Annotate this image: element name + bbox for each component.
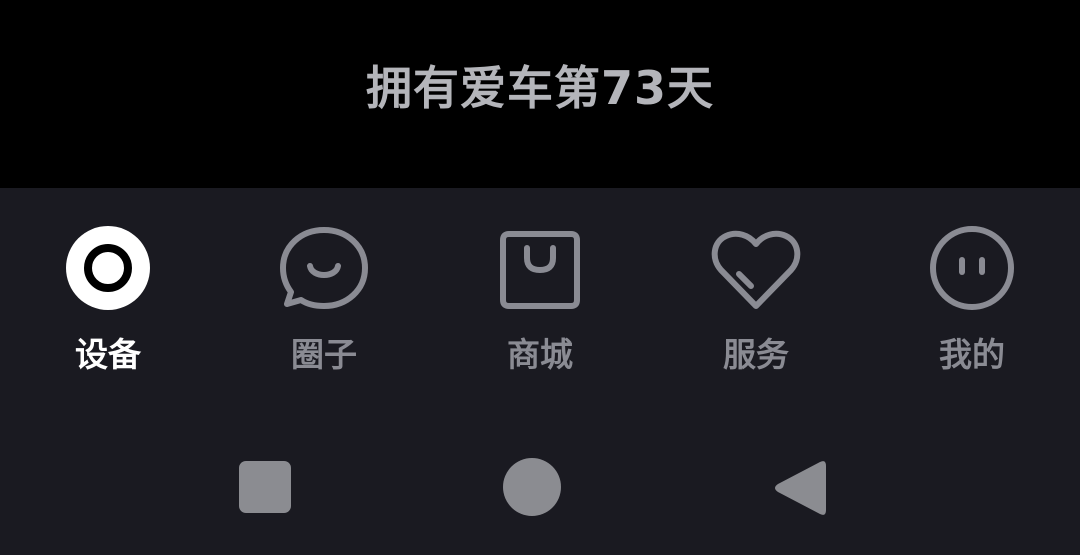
device-ring-icon [63, 226, 153, 316]
tab-community[interactable]: 圈子 [216, 188, 432, 398]
shopping-bag-icon [495, 226, 585, 316]
tab-mine[interactable]: 我的 [864, 188, 1080, 398]
system-navigation-bar [0, 428, 1080, 538]
chat-bubble-smile-icon [279, 226, 369, 316]
recent-apps-icon[interactable] [225, 448, 305, 528]
face-icon [927, 226, 1017, 316]
bottom-navigation: 设备 圈子 商城 服务 我的 [0, 188, 1080, 555]
back-icon[interactable] [760, 448, 840, 528]
tab-label: 我的 [939, 335, 1005, 374]
tab-label: 服务 [723, 335, 789, 374]
heart-icon [711, 226, 801, 316]
home-icon[interactable] [492, 448, 572, 528]
status-area: 拥有爱车第73天 [0, 0, 1080, 188]
tab-mall[interactable]: 商城 [432, 188, 648, 398]
tab-device[interactable]: 设备 [0, 188, 216, 398]
tab-service[interactable]: 服务 [648, 188, 864, 398]
tab-label: 设备 [75, 335, 141, 374]
tab-label: 商城 [507, 335, 573, 374]
car-ownership-days: 拥有爱车第73天 [365, 61, 714, 115]
tab-bar: 设备 圈子 商城 服务 我的 [0, 188, 1080, 398]
tab-label: 圈子 [291, 335, 357, 374]
